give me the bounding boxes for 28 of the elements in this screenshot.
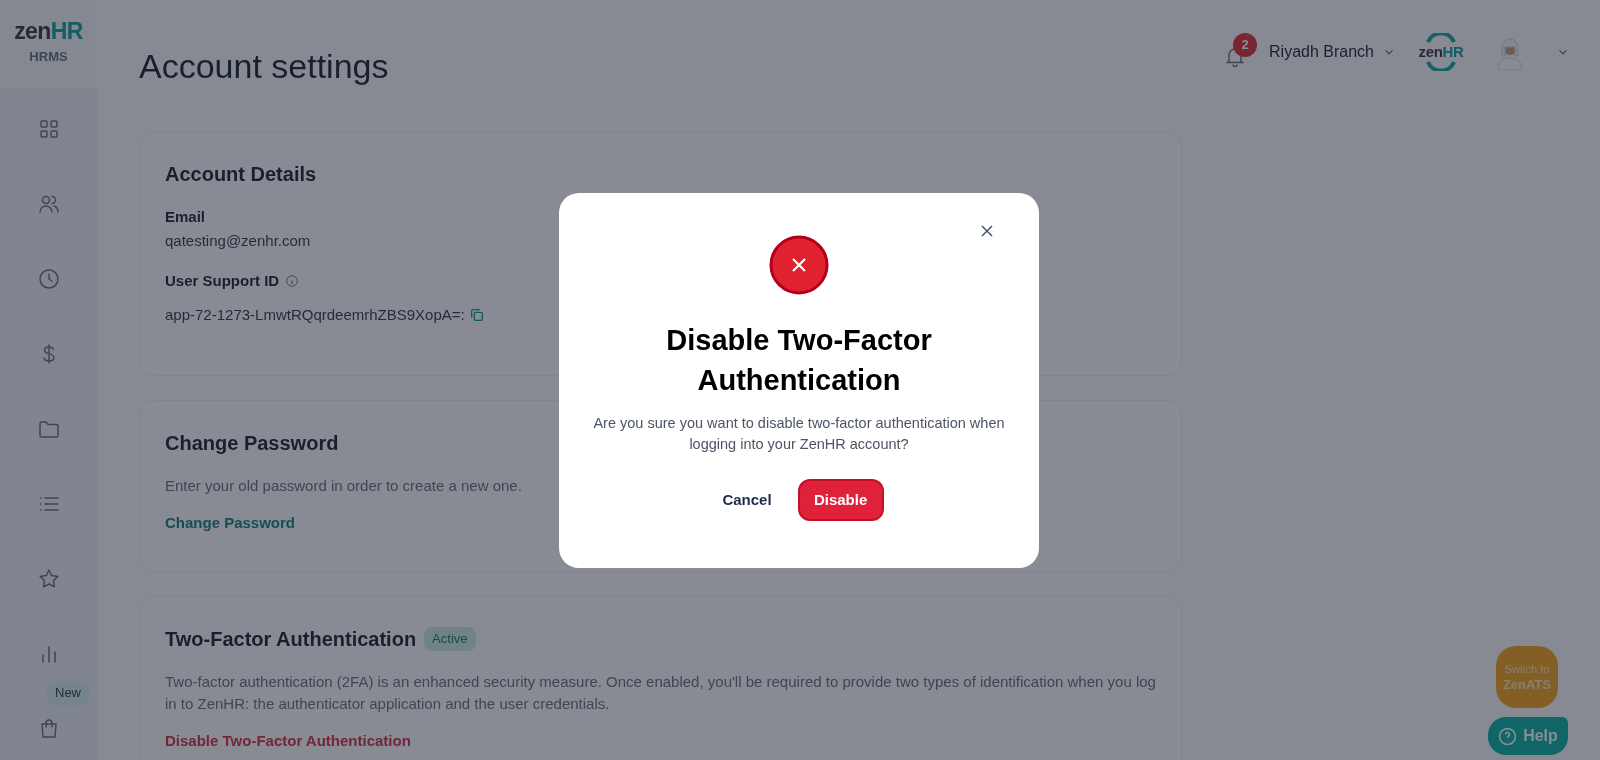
page-title: Account settings [139,46,390,87]
clock-icon[interactable] [36,267,61,291]
card-title: Two-Factor Authentication [165,627,417,652]
notification-count: 2 [1233,33,1258,57]
field-label: Email [165,207,206,227]
card-title: Change Password [165,431,339,456]
status-badge: Active [424,627,476,651]
help-icon [1498,726,1518,746]
card-title: Account Details [165,162,317,187]
disable-button[interactable]: Disable [797,479,884,521]
zenhr-logo[interactable]: zenHR [14,20,83,43]
cancel-button[interactable]: Cancel [714,480,780,520]
card-link[interactable]: Change Password [165,514,296,531]
field-value: app-72-1273-LmwtRQqrdeemrhZBS9XopA=: [165,304,465,325]
card-description: Enter your old password in order to create a new one. [165,476,522,496]
copy-icon[interactable] [468,306,485,323]
field-value: qatesting@zenhr.com [165,230,311,251]
dialog-title: Disable Two-Factor Authentication [665,323,933,398]
brand-logo: zenHR [1416,33,1466,71]
branch-dropdown[interactable]: Riyadh Branch [1269,40,1396,64]
dialog-message: Are you sure you want to disable two-factor authentication when logging into your ZenHR account? [592,414,1006,454]
new-badge: New [47,681,89,705]
error-icon [769,235,829,295]
field-label: User Support ID [165,271,280,291]
card-link[interactable]: Disable Two-Factor Authentication [165,732,411,749]
card-description: Two-factor authentication (2FA) is an enhanced security measure. Once enabled, you'll be required to provide two types of identification when you log in to ZenHR: the authenticator application and the user credentials. [165,672,1156,714]
product-label: HRMS [29,48,68,66]
star-icon[interactable] [36,567,61,591]
